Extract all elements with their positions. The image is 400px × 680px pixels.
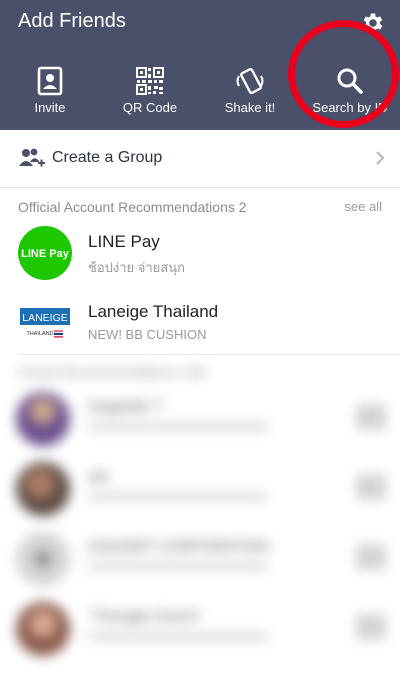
friend-recommendations-section: Friend Recommendations 159 Gaganbir T ar… (0, 356, 400, 680)
laneige-logo-subtext: THAILAND (26, 331, 53, 337)
see-all-link[interactable]: see all (344, 199, 382, 214)
friend-recommendations-heading: Friend Recommendations 159 (18, 364, 206, 380)
official-accounts-heading: Official Account Recommendations 2 (18, 199, 247, 215)
section-divider (18, 354, 400, 355)
create-group-row[interactable]: Create a Group (0, 130, 400, 188)
friend-name: "Thongbo Dsorn" (88, 608, 203, 625)
account-subtitle: ช้อปง่าย จ่ายสนุก (88, 260, 185, 275)
qr-code-label: QR Code (122, 100, 178, 115)
qr-code-icon (136, 67, 164, 95)
friend-row[interactable]: GAZAMIT CORPORATION (0, 526, 400, 596)
friend-name: Gaganbir T (88, 398, 163, 415)
friend-subtitle (88, 492, 268, 501)
add-group-icon (19, 148, 45, 167)
official-account-laneige[interactable]: LANEIGE THAILAND Laneige Thailand NEW! B… (0, 290, 400, 358)
shake-it-label: Shake it! (224, 100, 276, 115)
friend-subtitle (88, 422, 268, 431)
invite-label: Invite (34, 100, 66, 115)
account-subtitle: NEW! BB CUSHION (88, 327, 207, 342)
page-title: Add Friends (18, 10, 126, 32)
add-friend-button[interactable] (356, 544, 386, 570)
friend-subtitle (88, 632, 268, 641)
account-name: LINE Pay (88, 232, 160, 251)
shake-it-button[interactable]: Shake it! (200, 60, 300, 122)
highlight-circle (288, 20, 399, 128)
add-friend-button[interactable] (356, 614, 386, 640)
avatar (16, 602, 70, 656)
create-group-label: Create a Group (52, 149, 163, 166)
invite-button[interactable]: Invite (0, 60, 100, 122)
line-pay-logo: LINE Pay (18, 226, 72, 280)
account-name: Laneige Thailand (88, 302, 219, 321)
qr-code-button[interactable]: QR Code (100, 60, 200, 122)
official-accounts-header: Official Account Recommendations 2 see a… (18, 199, 382, 215)
avatar (16, 392, 70, 446)
line-pay-logo-text: LINE Pay (21, 248, 70, 260)
friend-row[interactable]: Gaganbir T (0, 386, 400, 456)
chevron-right-icon (376, 151, 385, 165)
friend-row[interactable]: ark (0, 456, 400, 526)
add-friend-button[interactable] (356, 404, 386, 430)
friend-name: ark (88, 468, 109, 485)
avatar (16, 532, 70, 586)
laneige-logo: LANEIGE THAILAND (18, 296, 72, 350)
invite-icon (37, 66, 63, 96)
official-account-line-pay[interactable]: LINE Pay LINE Pay ช้อปง่าย จ่ายสนุก (0, 222, 400, 290)
friend-row[interactable]: "Thongbo Dsorn" (0, 596, 400, 666)
friend-subtitle (88, 562, 268, 571)
friend-name: GAZAMIT CORPORATION (88, 538, 270, 555)
laneige-logo-text: LANEIGE (22, 312, 68, 324)
shake-phone-icon (236, 67, 264, 95)
avatar (16, 462, 70, 516)
add-friend-button[interactable] (356, 474, 386, 500)
